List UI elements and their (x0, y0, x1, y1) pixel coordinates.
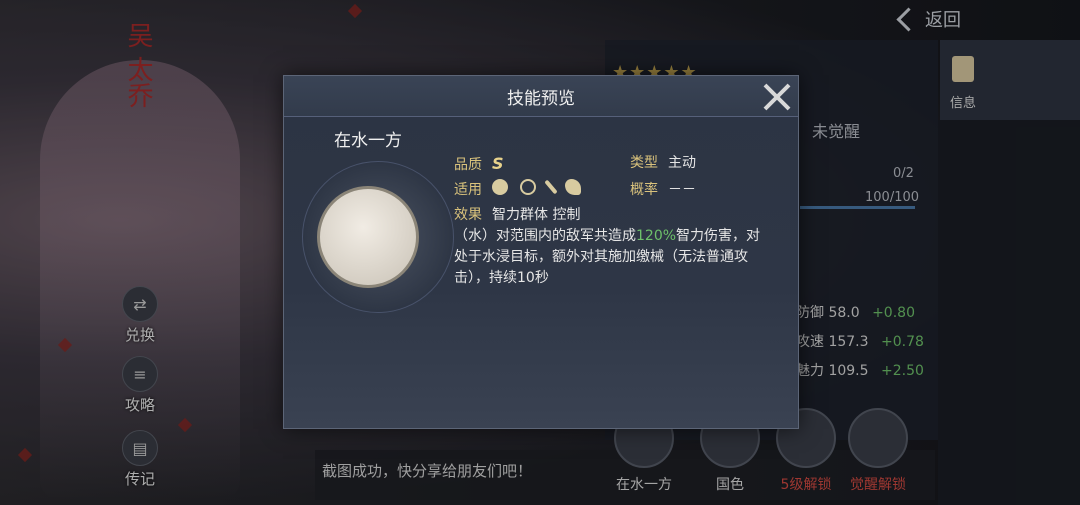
quality-value: S (492, 154, 504, 173)
desc-text: （水）对范围内的敌军共造成 (454, 228, 636, 244)
skill-name: 在水一方 (334, 131, 402, 151)
type-label: 类型 (630, 155, 658, 171)
type-row: 类型 主动 (630, 152, 696, 172)
suit-label: 适用 (454, 182, 482, 198)
dialog-title: 技能预览 (284, 76, 798, 117)
effect-value: 智力群体 控制 (492, 207, 581, 223)
spear-icon (544, 179, 558, 195)
damage-percent: 120% (636, 228, 677, 244)
type-value: 主动 (668, 155, 696, 171)
skill-description: （水）对范围内的敌军共造成120%智力伤害，对处于水浸目标，额外对其施加缴械（无… (454, 226, 769, 289)
suit-row: 适用 (454, 179, 589, 199)
quality-row: 品质 S (454, 154, 504, 174)
close-icon[interactable] (760, 80, 794, 114)
rate-row: 概率 －－ (630, 179, 696, 199)
skill-preview-dialog: 技能预览 在水一方 品质 S 类型 主动 适用 概率 －－ 效果 智力群体 控制… (283, 75, 799, 429)
bow-icon (520, 179, 537, 195)
lotus-fish-icon (317, 186, 419, 288)
quality-label: 品质 (454, 157, 482, 173)
rate-value: －－ (668, 182, 696, 198)
effect-row: 效果 智力群体 控制 (454, 204, 580, 224)
rate-label: 概率 (630, 182, 658, 198)
shield-icon (492, 179, 508, 195)
effect-label: 效果 (454, 207, 482, 223)
horse-icon (565, 179, 582, 195)
